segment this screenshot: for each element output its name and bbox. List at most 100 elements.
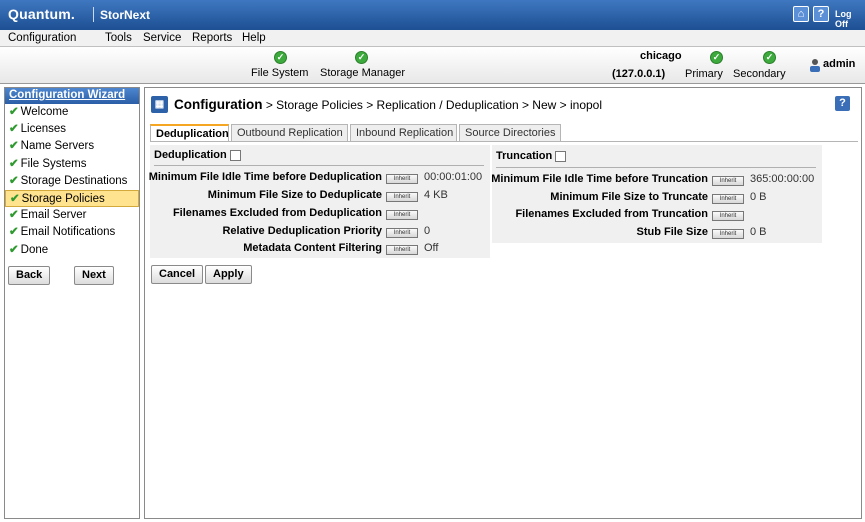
product-name: StorNext [100, 8, 151, 22]
dedup-row-value: 4 KB [424, 189, 448, 201]
wizard-item-label: Email Notifications [20, 226, 116, 239]
check-icon: ✔ [9, 157, 19, 170]
truncation-row-value: 0 B [750, 226, 767, 238]
check-icon: ✔ [9, 243, 19, 256]
wizard-item-file-systems[interactable]: ✔ File Systems [5, 156, 139, 173]
truncation-row-label: Filenames Excluded from Truncation [515, 208, 708, 220]
wizard-item-licenses[interactable]: ✔ Licenses [5, 121, 139, 138]
wizard-item-label: Email Server [20, 209, 87, 222]
tab-inbound-replication[interactable]: Inbound Replication [350, 124, 457, 142]
deduplication-checkbox[interactable] [230, 150, 241, 161]
wizard-item-label: Done [20, 243, 49, 256]
deduplication-panel: Deduplication Minimum File Idle Time bef… [148, 145, 490, 258]
truncation-checkbox[interactable] [555, 151, 566, 162]
wizard-item-email-notifications[interactable]: ✔ Email Notifications [5, 224, 139, 241]
dedup-row-value: 00:00:01:00 [424, 171, 483, 183]
page-help-icon[interactable]: ? [835, 96, 850, 111]
dedup-row-value: Off [424, 242, 439, 254]
storage-manager-status[interactable]: Storage Manager [320, 67, 405, 79]
inherit-button[interactable]: Inherit [386, 174, 418, 184]
inherit-button[interactable]: Inherit [712, 194, 744, 204]
inherit-button[interactable]: Inherit [386, 228, 418, 238]
wizard-item-label: Welcome [20, 106, 69, 118]
host-ip: (127.0.0.1) [612, 68, 666, 80]
wizard-item-done[interactable]: ✔ Done [5, 242, 139, 259]
dedup-row-value: 0 [424, 225, 431, 237]
menu-configuration[interactable]: Configuration [8, 32, 76, 44]
user-name[interactable]: admin [823, 58, 855, 70]
menu-bar: Configuration Tools Service Reports Help [0, 30, 865, 47]
inherit-button[interactable]: Inherit [712, 176, 744, 186]
inherit-button[interactable]: Inherit [386, 210, 418, 220]
brand-divider [93, 7, 94, 22]
tab-outbound-replication[interactable]: Outbound Replication [231, 124, 348, 142]
wizard-item-label: Name Servers [20, 140, 95, 153]
tab-underline [150, 141, 858, 142]
dedup-row-label: Filenames Excluded from Deduplication [172, 207, 382, 219]
check-icon: ✔ [9, 174, 19, 187]
title-bar: Quantum. StorNext ⌂ ? Log Off [0, 0, 865, 30]
menu-reports[interactable]: Reports [192, 32, 232, 44]
dedup-row-label: Metadata Content Filtering [243, 242, 382, 254]
inherit-button[interactable]: Inherit [712, 229, 744, 239]
dedup-row-label: Relative Deduplication Priority [222, 225, 382, 237]
back-button[interactable]: Back [8, 266, 51, 285]
menu-help[interactable]: Help [242, 32, 266, 44]
truncation-row-value: 365:00:00:00 [750, 173, 815, 185]
dedup-row-label: Minimum File Size to Deduplicate [207, 189, 382, 201]
configuration-wizard: Configuration Wizard ✔ Welcome ✔ Licenses … [4, 87, 140, 519]
divider [154, 165, 484, 166]
file-system-status[interactable]: File System [251, 67, 308, 79]
secondary-ok-icon: ✓ [763, 51, 776, 64]
brand-logo: Quantum. [8, 6, 75, 22]
wizard-item-label: Storage Destinations [20, 174, 128, 187]
help-icon[interactable]: ? [813, 6, 829, 22]
user-icon [810, 59, 820, 72]
breadcrumb-head: Configuration [174, 97, 263, 112]
check-icon: ✔ [9, 226, 19, 239]
tab-deduplication[interactable]: Deduplication [150, 124, 229, 142]
file-system-ok-icon: ✓ [274, 51, 287, 64]
home-icon[interactable]: ⌂ [793, 6, 809, 22]
host-name: chicago [640, 50, 682, 62]
logoff-link[interactable]: Log Off [835, 9, 865, 29]
wizard-item-storage-destinations[interactable]: ✔ Storage Destinations [5, 173, 139, 190]
wizard-item-name-servers[interactable]: ✔ Name Servers [5, 138, 139, 155]
inherit-button[interactable]: Inherit [712, 211, 744, 221]
apply-button[interactable]: Apply [205, 265, 252, 284]
primary-ok-icon: ✓ [710, 51, 723, 64]
cancel-button[interactable]: Cancel [151, 265, 204, 284]
primary-status[interactable]: Primary [685, 68, 723, 80]
inherit-button[interactable]: Inherit [386, 192, 418, 202]
check-icon: ✔ [9, 123, 19, 136]
check-icon: ✔ [10, 192, 20, 205]
deduplication-title: Deduplication [154, 149, 227, 161]
tab-source-directories[interactable]: Source Directories [459, 124, 561, 142]
secondary-status[interactable]: Secondary [733, 68, 786, 80]
storage-manager-ok-icon: ✓ [355, 51, 368, 64]
menu-service[interactable]: Service [143, 32, 181, 44]
truncation-row-label: Minimum File Size to Truncate [550, 191, 708, 203]
inherit-button[interactable]: Inherit [386, 245, 418, 255]
divider [496, 167, 816, 168]
truncation-panel: Truncation Minimum File Idle Time before… [491, 145, 822, 243]
wizard-item-welcome[interactable]: ✔ Welcome [5, 104, 139, 121]
check-icon: ✔ [9, 209, 19, 222]
next-button[interactable]: Next [74, 266, 114, 285]
check-icon: ✔ [9, 106, 19, 118]
breadcrumb-path: > Storage Policies > Replication / Dedup… [262, 98, 603, 112]
wizard-item-email-server[interactable]: ✔ Email Server [5, 207, 139, 224]
wizard-title[interactable]: Configuration Wizard [5, 88, 139, 104]
truncation-row-value: 0 B [750, 191, 767, 203]
check-icon: ✔ [9, 140, 19, 153]
wizard-item-storage-policies[interactable]: ✔ Storage Policies [5, 189, 139, 208]
menu-tools[interactable]: Tools [105, 32, 132, 44]
configuration-icon: ▦ [151, 96, 168, 113]
dedup-row-label: Minimum File Idle Time before Deduplicat… [148, 171, 382, 183]
truncation-row-label: Minimum File Idle Time before Truncation [491, 173, 708, 185]
status-bar: ✓ File System ✓ Storage Manager chicago … [0, 47, 865, 84]
wizard-item-label: Storage Policies [21, 192, 105, 205]
wizard-item-label: Licenses [20, 123, 67, 136]
truncation-row-label: Stub File Size [636, 226, 708, 238]
breadcrumb: Configuration > Storage Policies > Repli… [174, 97, 602, 112]
